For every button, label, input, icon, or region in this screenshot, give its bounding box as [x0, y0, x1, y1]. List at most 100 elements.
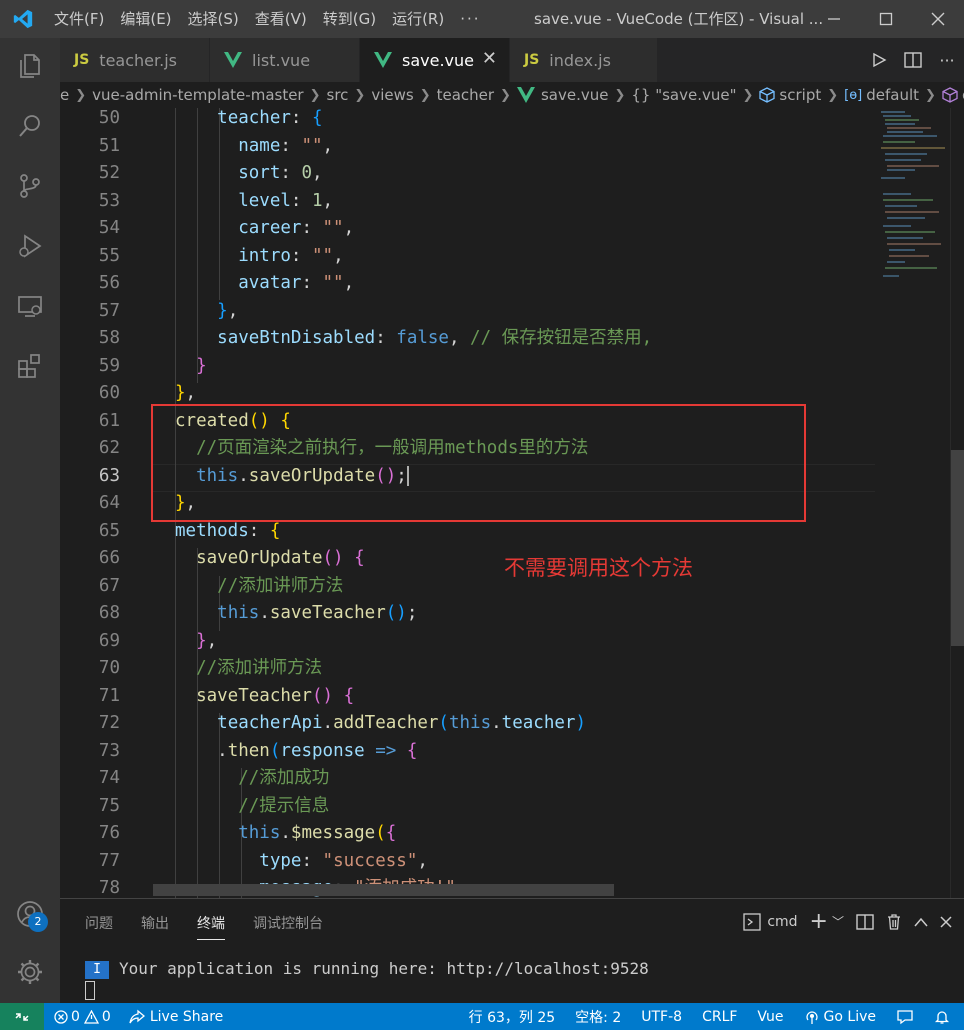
tab-index-js[interactable]: JS index.js: [510, 38, 658, 82]
annotation-text: 不需要调用这个方法: [504, 556, 693, 580]
panel-tab-output[interactable]: 输出: [141, 913, 169, 940]
live-share-icon: [129, 1009, 145, 1023]
settings-gear-icon[interactable]: [14, 956, 46, 988]
breadcrumb-item[interactable]: src: [327, 86, 349, 104]
chevron-right-icon: ❯: [75, 87, 87, 103]
terminal-output[interactable]: I Your application is running here: http:…: [85, 959, 649, 979]
breadcrumb-item[interactable]: save.vue: [541, 86, 609, 104]
extensions-icon[interactable]: [14, 350, 46, 382]
error-icon: [54, 1009, 68, 1024]
chevron-right-icon: ❯: [742, 87, 754, 103]
chevron-right-icon: ❯: [309, 87, 321, 103]
menu-view[interactable]: 查看(V): [247, 0, 315, 38]
trash-icon[interactable]: [886, 913, 902, 931]
chevron-down-icon[interactable]: ﹀: [832, 913, 844, 930]
js-file-icon: JS: [524, 52, 540, 68]
minimap[interactable]: [875, 108, 950, 898]
remote-explorer-icon[interactable]: [14, 290, 46, 322]
title-bar: 文件(F) 编辑(E) 选择(S) 查看(V) 转到(G) 运行(R) ··· …: [0, 0, 964, 38]
minimize-icon[interactable]: [808, 0, 860, 38]
tab-teacher-js[interactable]: JS teacher.js: [60, 38, 210, 82]
code-line: 70 //添加讲师方法: [98, 658, 323, 678]
code-line: 59 }: [98, 355, 207, 376]
remote-indicator-icon[interactable]: [0, 1003, 44, 1030]
source-control-icon[interactable]: [14, 170, 46, 202]
warning-icon: [83, 1009, 99, 1024]
search-icon[interactable]: [14, 110, 46, 142]
annotation-highlight-box: [151, 404, 806, 522]
code-line: 51 name: "",: [98, 135, 334, 156]
breadcrumb-item[interactable]: views: [371, 86, 413, 104]
new-terminal-plus-icon[interactable]: +: [810, 909, 828, 934]
panel-tab-terminal[interactable]: 终端: [197, 913, 225, 940]
close-panel-icon[interactable]: [940, 915, 952, 928]
code-line: 73 .then(response => {: [98, 740, 418, 761]
error-count: 0: [71, 1008, 80, 1025]
code-line: 69 },: [98, 630, 218, 651]
terminal-line: Your application is running here: http:/…: [119, 959, 649, 978]
tab-label: list.vue: [252, 50, 311, 70]
breadcrumb-item[interactable]: vue-admin-template-master: [92, 86, 303, 104]
indentation-status[interactable]: 空格: 2: [575, 1007, 621, 1027]
close-window-icon[interactable]: [912, 0, 964, 38]
panel-tab-debug-console[interactable]: 调试控制台: [253, 913, 323, 940]
code-line: 71 saveTeacher() {: [98, 685, 355, 706]
status-bar: 0 0 Live Share 行 63，列 25 空格: 2 UTF-8 CRL…: [0, 1003, 964, 1030]
panel-tab-problems[interactable]: 问题: [85, 913, 113, 940]
code-line: 76 this.$message({: [98, 823, 397, 843]
encoding-status[interactable]: UTF-8: [641, 1009, 682, 1025]
vertical-scrollbar[interactable]: [950, 108, 964, 898]
go-live-label: Go Live: [823, 1008, 876, 1025]
menu-more-icon[interactable]: ···: [452, 0, 488, 38]
code-line: 57 },: [98, 300, 239, 321]
code-line: 77 type: "success",: [98, 850, 428, 871]
close-tab-icon[interactable]: ✕: [482, 48, 497, 69]
chevron-right-icon: ❯: [419, 87, 431, 103]
menu-edit[interactable]: 编辑(E): [112, 0, 179, 38]
code-line: 66 saveOrUpdate() {: [98, 548, 365, 568]
split-terminal-icon[interactable]: [856, 913, 874, 930]
live-share-button[interactable]: Live Share: [129, 1009, 223, 1025]
window-title: save.vue - VueCode (工作区) - Visual ...: [534, 10, 824, 28]
eol-status[interactable]: CRLF: [702, 1009, 737, 1025]
breadcrumb-item[interactable]: teacher: [437, 86, 494, 104]
maximize-panel-icon[interactable]: [914, 916, 928, 928]
problems-status[interactable]: 0 0: [54, 1009, 111, 1025]
explorer-icon[interactable]: [14, 50, 46, 82]
menu-run[interactable]: 运行(R): [384, 0, 452, 38]
maximize-icon[interactable]: [860, 0, 912, 38]
breadcrumb-item[interactable]: {} "save.vue": [631, 86, 736, 104]
warning-count: 0: [101, 1008, 111, 1025]
code-line: 55 intro: "",: [98, 245, 344, 266]
go-live-button[interactable]: Go Live: [804, 1009, 876, 1025]
code-line: 56 avatar: "",: [98, 273, 355, 293]
vue-file-icon: [516, 87, 535, 103]
accounts-badge: 2: [28, 912, 48, 932]
scrollbar-thumb[interactable]: [951, 450, 964, 646]
menu-file[interactable]: 文件(F): [46, 0, 112, 38]
code-line: 52 sort: 0,: [98, 163, 323, 183]
terminal-shell-selector[interactable]: cmd: [743, 912, 798, 931]
run-icon[interactable]: [862, 52, 896, 68]
breadcrumb-item[interactable]: e: [60, 86, 69, 104]
cube-icon: [759, 87, 776, 103]
language-mode[interactable]: Vue: [757, 1009, 783, 1025]
notifications-bell-icon[interactable]: [934, 1009, 950, 1025]
split-editor-icon[interactable]: [896, 52, 930, 68]
tab-save-vue[interactable]: save.vue ✕: [360, 38, 510, 82]
broadcast-icon: [805, 1010, 818, 1024]
code-line: 50 teacher: {: [98, 108, 323, 128]
cursor-position[interactable]: 行 63，列 25: [469, 1007, 556, 1027]
run-debug-icon[interactable]: [14, 230, 46, 262]
more-actions-icon[interactable]: ···: [930, 51, 964, 70]
terminal-cursor: [85, 981, 95, 1000]
tab-list-vue[interactable]: list.vue: [210, 38, 360, 82]
menu-go[interactable]: 转到(G): [315, 0, 384, 38]
feedback-icon[interactable]: [896, 1009, 914, 1025]
horizontal-scrollbar[interactable]: [153, 884, 614, 896]
tab-label: save.vue: [402, 50, 474, 70]
field-icon: [ɵ]: [844, 87, 863, 103]
breadcrumb-item[interactable]: default: [866, 86, 919, 104]
menu-selection[interactable]: 选择(S): [180, 0, 247, 38]
breadcrumb-item[interactable]: script: [779, 86, 821, 104]
